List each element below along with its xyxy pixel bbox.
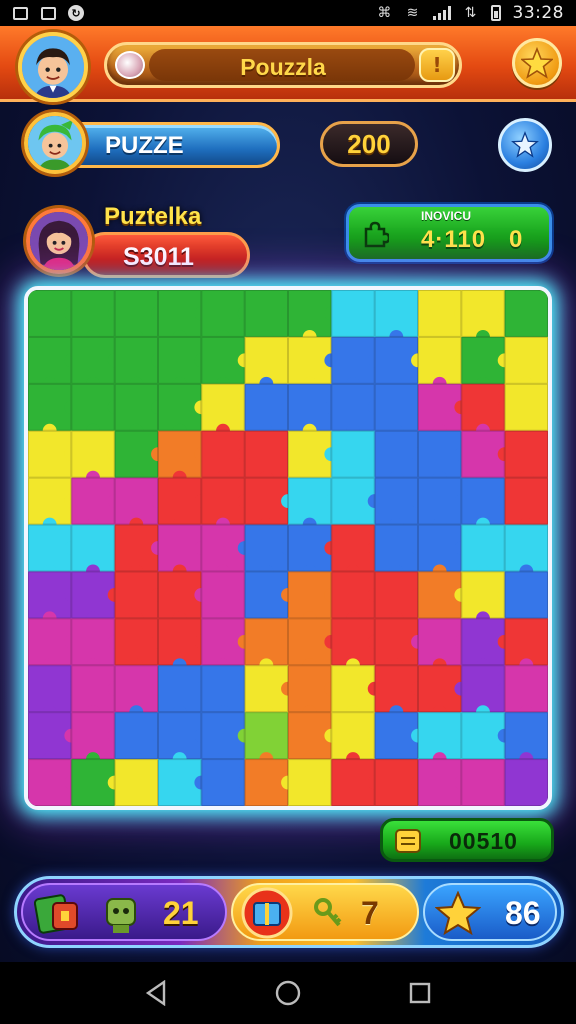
stats-panel: INOVICU 4·110 0 <box>346 204 552 262</box>
puzzle-pieces-icon <box>33 894 78 934</box>
ledger-icon <box>395 829 421 853</box>
stats-value-secondary: 0 <box>509 226 523 253</box>
wifi-icon: ≋ <box>406 5 419 21</box>
battery-icon <box>490 5 501 21</box>
toolbar-star-count: 86 <box>505 895 541 931</box>
coin-counter-value: 00510 <box>449 828 518 854</box>
recents-icon[interactable] <box>405 978 435 1008</box>
toolbar-gift-count: 7 <box>361 895 379 931</box>
player-avatar[interactable] <box>18 32 88 102</box>
favorite-star-button[interactable] <box>512 38 562 88</box>
coin-counter: 00510 <box>380 818 554 862</box>
player-name: PUZZE <box>105 132 184 159</box>
board-gloss <box>28 290 548 806</box>
image-icon <box>40 5 56 21</box>
gallery-icon <box>12 5 28 21</box>
system-nav-bar <box>0 962 576 1024</box>
status-left: ↻ <box>12 5 84 21</box>
opponent-score: S3011 <box>123 243 194 271</box>
data-icon: ⇅ <box>464 5 477 21</box>
stats-value: 4·110 <box>421 226 487 253</box>
home-icon[interactable] <box>273 978 303 1008</box>
toolbar-pieces-button[interactable]: 21 <box>21 883 227 941</box>
status-time: 33:28 <box>512 3 564 23</box>
star-icon <box>521 47 553 79</box>
player-two-avatar[interactable] <box>24 112 86 174</box>
robot-icon <box>106 898 136 933</box>
player-name-pill: PUZZE <box>54 122 280 168</box>
toolbar-star-button[interactable]: 86 <box>423 883 557 941</box>
opponent-score-pill: S3011 <box>82 232 250 278</box>
signal-icon <box>432 6 451 20</box>
score-value: 200 <box>347 128 391 159</box>
header-bar: Pouzzla ! <box>0 26 576 102</box>
toolbar-gift-button[interactable]: 7 <box>231 883 419 941</box>
hint-icon[interactable]: ! <box>419 48 455 82</box>
score-pill: 200 <box>320 121 418 167</box>
status-right: ⌘ ≋ ⇅ 33:28 <box>377 3 565 23</box>
opponent-name: Puztelka <box>104 203 202 230</box>
vibrate-icon: ⌘ <box>377 5 392 21</box>
puzzle-piece-icon <box>364 221 389 248</box>
game-title: Pouzzla <box>240 54 326 80</box>
puzzle-board[interactable] <box>24 286 552 810</box>
star-icon <box>511 131 539 158</box>
status-bar: ↻ ⌘ ≋ ⇅ 33:28 <box>0 0 576 26</box>
opponent-avatar[interactable] <box>26 208 92 274</box>
back-icon[interactable] <box>141 978 171 1008</box>
bottom-toolbar: 21 7 86 <box>14 876 564 948</box>
star-round-button[interactable] <box>498 118 552 172</box>
gift-box-icon <box>241 887 293 939</box>
title-banner: Pouzzla ! <box>104 42 462 88</box>
app-icon: ↻ <box>68 5 84 21</box>
puzzle-grid[interactable] <box>28 290 548 806</box>
star-icon <box>435 891 481 935</box>
key-icon <box>314 898 342 927</box>
toolbar-pieces-count: 21 <box>163 895 199 931</box>
stats-label: INOVICU <box>421 209 472 223</box>
